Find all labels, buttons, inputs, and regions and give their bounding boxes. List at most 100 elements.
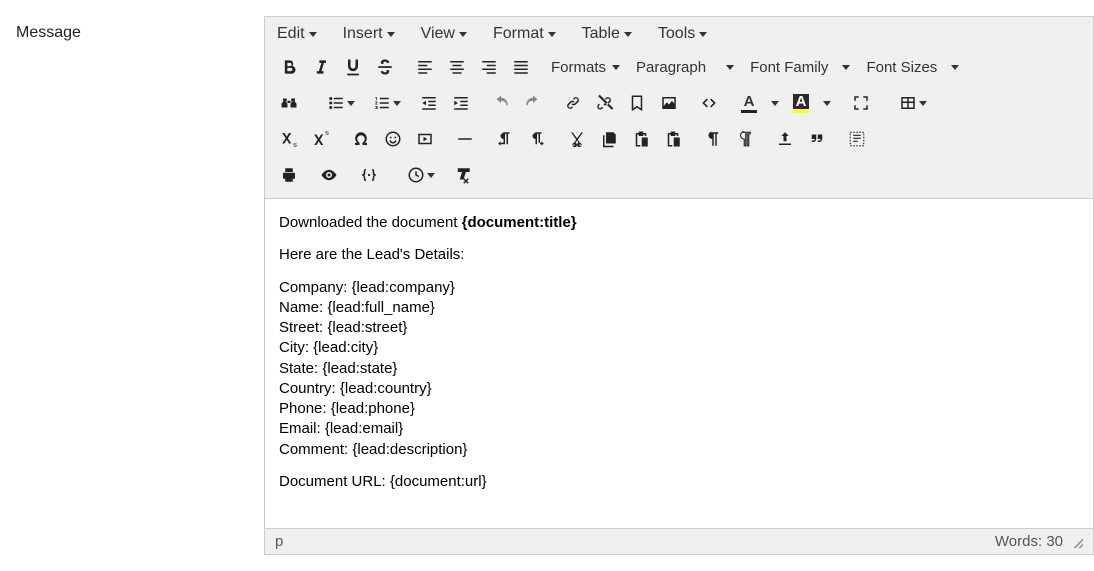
image-button[interactable] (653, 88, 685, 118)
menu-format-label: Format (493, 25, 544, 43)
binoculars-icon (280, 94, 298, 112)
align-right-button[interactable] (473, 52, 505, 82)
find-replace-button[interactable] (273, 88, 305, 118)
resize-grip[interactable] (1071, 536, 1083, 548)
special-character-button[interactable] (345, 124, 377, 154)
caret-icon (548, 32, 556, 37)
clock-icon (407, 166, 425, 184)
align-left-icon (416, 58, 434, 76)
unlink-button[interactable] (589, 88, 621, 118)
content-line: City: {lead:city} (279, 338, 1079, 358)
preview-button[interactable] (313, 160, 345, 190)
subscript-button[interactable] (273, 124, 305, 154)
numbered-list-button[interactable] (359, 88, 405, 118)
paragraph-dropdown[interactable]: Paragraph (630, 52, 740, 82)
text-bold: {document:title} (462, 214, 577, 231)
text-color-button[interactable]: A (733, 88, 785, 118)
menu-tools-label: Tools (658, 25, 695, 43)
align-center-button[interactable] (441, 52, 473, 82)
paste-button[interactable] (625, 124, 657, 154)
menu-edit[interactable]: Edit (275, 23, 331, 45)
rtl-button[interactable] (521, 124, 553, 154)
strikethrough-button[interactable] (369, 52, 401, 82)
hr-icon (456, 130, 474, 148)
unlink-icon (596, 94, 614, 112)
ltr-button[interactable] (489, 124, 521, 154)
editor-content[interactable]: Downloaded the document {document:title}… (265, 198, 1093, 528)
source-code-button[interactable] (693, 88, 725, 118)
cut-button[interactable] (561, 124, 593, 154)
indent-icon (452, 94, 470, 112)
fontfamily-label: Font Family (750, 59, 828, 76)
menu-insert[interactable]: Insert (341, 23, 409, 45)
nonbreaking-button[interactable] (769, 124, 801, 154)
pilcrow-outline-icon (736, 130, 754, 148)
redo-button[interactable] (517, 88, 549, 118)
media-button[interactable] (409, 124, 441, 154)
bold-button[interactable] (273, 52, 305, 82)
fullscreen-icon (852, 94, 870, 112)
menu-edit-label: Edit (277, 25, 305, 43)
undo-button[interactable] (485, 88, 517, 118)
textcolor-bar (741, 110, 757, 113)
cut-icon (568, 130, 586, 148)
content-line: Email: {lead:email} (279, 419, 1079, 439)
fontsizes-dropdown[interactable]: Font Sizes (860, 52, 965, 82)
menu-view[interactable]: View (419, 23, 481, 45)
fullscreen-button[interactable] (845, 88, 877, 118)
bullet-list-button[interactable] (313, 88, 359, 118)
bullet-list-icon (327, 94, 345, 112)
caret-icon (823, 101, 831, 106)
link-button[interactable] (557, 88, 589, 118)
caret-icon (919, 101, 927, 106)
blockquote-button[interactable] (801, 124, 833, 154)
caret-icon (726, 65, 734, 70)
outdent-icon (420, 94, 438, 112)
caret-icon (347, 101, 355, 106)
caret-icon (427, 173, 435, 178)
clear-formatting-button[interactable] (447, 160, 479, 190)
content-line: Downloaded the document {document:title} (279, 213, 1079, 233)
anchor-button[interactable] (621, 88, 653, 118)
datetime-button[interactable] (393, 160, 439, 190)
emoticons-button[interactable] (377, 124, 409, 154)
show-invisibles-button[interactable] (697, 124, 729, 154)
element-path[interactable]: p (275, 533, 283, 550)
caret-icon (309, 32, 317, 37)
align-center-icon (448, 58, 466, 76)
menu-format[interactable]: Format (491, 23, 570, 45)
visual-blocks-button[interactable] (729, 124, 761, 154)
content-line: Comment: {lead:description} (279, 440, 1079, 460)
align-left-button[interactable] (409, 52, 441, 82)
link-icon (564, 94, 582, 112)
paste-text-button[interactable] (657, 124, 689, 154)
toolbar-row-4 (265, 157, 1093, 198)
pilcrow-icon (704, 130, 722, 148)
menu-table[interactable]: Table (580, 23, 646, 45)
codesample-button[interactable] (353, 160, 385, 190)
indent-button[interactable] (445, 88, 477, 118)
word-count: Words: 30 (995, 533, 1063, 550)
superscript-button[interactable] (305, 124, 337, 154)
underline-button[interactable] (337, 52, 369, 82)
clear-format-icon (454, 166, 472, 184)
template-button[interactable] (841, 124, 873, 154)
align-justify-icon (512, 58, 530, 76)
copy-button[interactable] (593, 124, 625, 154)
bookmark-icon (628, 94, 646, 112)
fontfamily-dropdown[interactable]: Font Family (744, 52, 856, 82)
formats-dropdown[interactable]: Formats (545, 52, 626, 82)
horizontal-rule-button[interactable] (449, 124, 481, 154)
menu-tools[interactable]: Tools (656, 23, 721, 45)
superscript-icon (312, 130, 330, 148)
content-line: Document URL: {document:url} (279, 472, 1079, 492)
italic-button[interactable] (305, 52, 337, 82)
template-icon (848, 130, 866, 148)
outdent-button[interactable] (413, 88, 445, 118)
background-color-button[interactable]: A (785, 88, 837, 118)
print-button[interactable] (273, 160, 305, 190)
align-justify-button[interactable] (505, 52, 537, 82)
content-line: Street: {lead:street} (279, 318, 1079, 338)
lead-fields-block: Company: {lead:company}Name: {lead:full_… (279, 278, 1079, 460)
table-button[interactable] (885, 88, 931, 118)
